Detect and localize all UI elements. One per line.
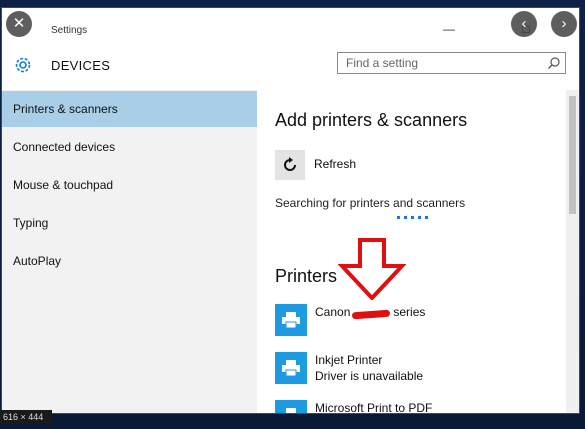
progress-dots — [397, 216, 437, 220]
printer-icon — [282, 312, 300, 328]
window-title: Settings — [51, 25, 88, 36]
printer-name: Microsoft Print to PDF — [315, 401, 433, 413]
printer-icon — [286, 408, 296, 413]
sidebar-item-mouse-touchpad[interactable]: Mouse & touchpad — [2, 167, 257, 203]
printer-item-inkjet[interactable]: Inkjet Printer Driver is unavailable — [275, 352, 565, 386]
sidebar-item-label: AutoPlay — [13, 254, 62, 268]
progress-dot — [411, 216, 414, 219]
vertical-scrollbar[interactable] — [566, 90, 579, 413]
printer-icon-tile — [275, 352, 307, 384]
chevron-left-icon[interactable]: ‹ — [511, 11, 537, 37]
title-bar: Settings — □ — [2, 8, 579, 46]
refresh-icon — [284, 157, 296, 171]
sidebar-item-typing[interactable]: Typing — [2, 205, 257, 241]
sidebar-item-printers-scanners[interactable]: Printers & scanners — [2, 91, 257, 127]
close-icon[interactable]: ✕ — [6, 11, 32, 37]
sidebar-item-autoplay[interactable]: AutoPlay — [2, 243, 257, 279]
search-icon[interactable] — [547, 56, 561, 70]
search-box[interactable] — [337, 52, 566, 74]
search-input[interactable] — [338, 53, 546, 73]
sidebar-item-connected-devices[interactable]: Connected devices — [2, 129, 257, 165]
printers-heading: Printers — [275, 266, 338, 286]
main-content: Add printers & scanners Refresh Searchin… — [257, 90, 566, 413]
sidebar-item-label: Mouse & touchpad — [13, 178, 114, 192]
sidebar: Printers & scanners Connected devices Mo… — [2, 90, 257, 413]
refresh-button[interactable] — [275, 150, 305, 180]
searching-status: Searching for printers and scanners — [275, 196, 466, 210]
page-title: DEVICES — [51, 58, 111, 73]
resolution-badge: 616 × 444 — [0, 410, 52, 424]
scrollbar-thumb[interactable] — [569, 96, 576, 214]
page-header: DEVICES — [2, 46, 579, 90]
minimize-icon[interactable]: — — [442, 22, 456, 36]
sidebar-item-label: Connected devices — [13, 140, 116, 154]
printer-name-prefix: Canon — [315, 305, 351, 319]
printer-name-suffix: series — [393, 305, 426, 319]
sidebar-item-label: Typing — [13, 216, 49, 230]
progress-dot — [425, 216, 428, 219]
annotation-arrow-icon — [338, 238, 406, 300]
printer-item-microsoft-pdf[interactable]: Microsoft Print to PDF — [275, 400, 565, 413]
add-printers-heading: Add printers & scanners — [275, 110, 468, 130]
gear-icon — [15, 57, 31, 73]
printer-name: Inkjet Printer — [315, 353, 383, 367]
printer-status: Driver is unavailable — [315, 369, 424, 383]
progress-dot — [418, 216, 421, 219]
printer-icon-tile — [275, 400, 307, 413]
chevron-right-icon[interactable]: › — [551, 11, 577, 37]
printer-icon-tile — [275, 304, 307, 336]
progress-dot — [404, 216, 407, 219]
settings-window: Settings — □ DEVICES Printers & scanners… — [2, 8, 579, 413]
progress-dot — [397, 216, 400, 219]
sidebar-item-label: Printers & scanners — [13, 102, 118, 116]
printer-item-canon[interactable]: Canon series — [275, 304, 565, 338]
refresh-label[interactable]: Refresh — [314, 157, 356, 171]
printer-icon — [282, 360, 300, 376]
